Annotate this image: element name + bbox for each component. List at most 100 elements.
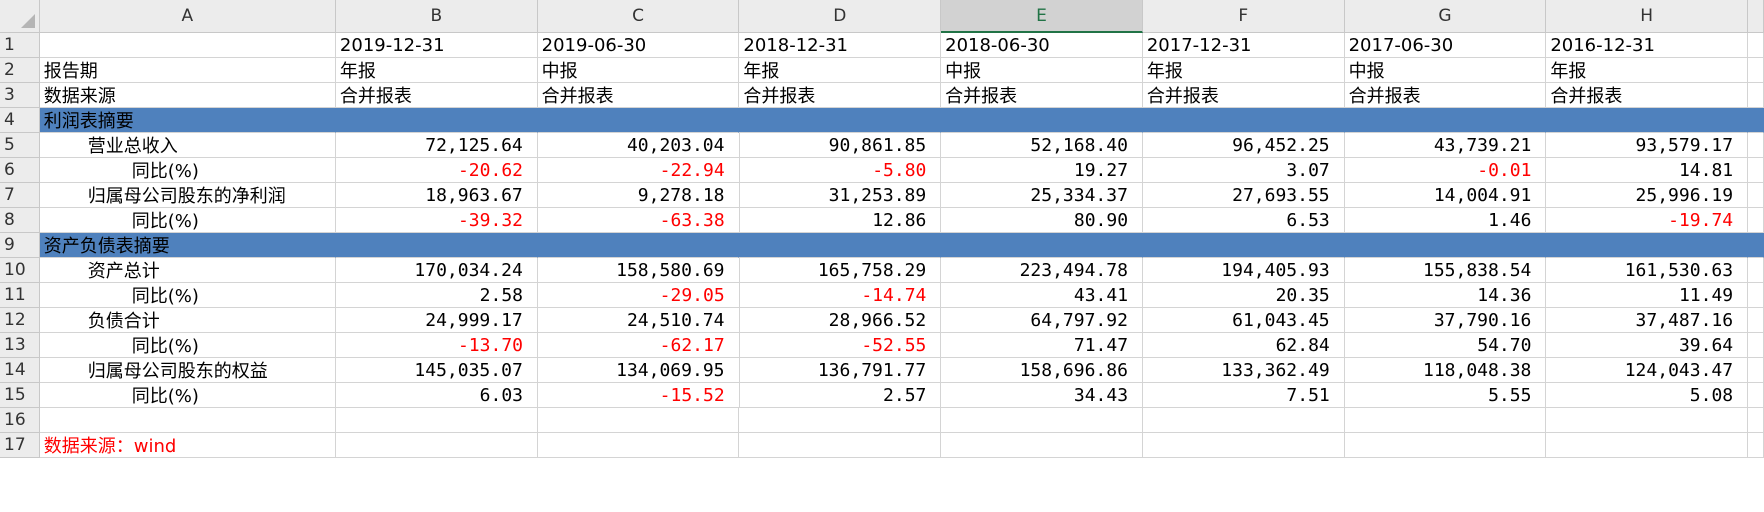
value-cell[interactable]: 31,253.89: [739, 183, 942, 208]
value-cell[interactable]: 145,035.07: [336, 358, 538, 383]
row-number[interactable]: 17: [0, 433, 40, 458]
value-cell[interactable]: 170,034.24: [336, 258, 538, 283]
cell[interactable]: 2017-06-30: [1344, 33, 1547, 58]
cell[interactable]: [941, 233, 1143, 258]
value-cell[interactable]: 12.86: [739, 208, 942, 233]
cell[interactable]: 中报: [537, 58, 740, 83]
value-cell[interactable]: 158,696.86: [941, 358, 1143, 383]
cell[interactable]: [739, 233, 942, 258]
value-cell[interactable]: 96,452.25: [1142, 133, 1345, 158]
cell[interactable]: [1748, 383, 1764, 408]
value-cell[interactable]: 3.07: [1143, 158, 1345, 183]
value-cell[interactable]: 7.51: [1143, 383, 1345, 408]
column-header-f[interactable]: F: [1142, 0, 1345, 33]
value-cell[interactable]: -0.01: [1344, 158, 1547, 183]
value-cell[interactable]: 2.58: [336, 283, 538, 308]
row-number[interactable]: 12: [0, 308, 40, 333]
cell[interactable]: 2016-12-31: [1546, 33, 1749, 58]
cell[interactable]: [1748, 133, 1764, 158]
value-cell[interactable]: 5.55: [1344, 383, 1547, 408]
value-cell[interactable]: 24,510.74: [537, 308, 740, 333]
row-number[interactable]: 7: [0, 183, 40, 208]
value-cell[interactable]: 134,069.95: [537, 358, 740, 383]
value-cell[interactable]: 64,797.92: [941, 308, 1143, 333]
row-label[interactable]: 归属母公司股东的净利润: [39, 183, 337, 208]
row-label[interactable]: 同比(%): [39, 283, 337, 308]
cell[interactable]: 2019-12-31: [335, 33, 538, 58]
row-label[interactable]: 同比(%): [39, 208, 337, 233]
cell[interactable]: 合并报表: [739, 83, 942, 108]
cell[interactable]: 合并报表: [1142, 83, 1345, 108]
cell[interactable]: [1142, 108, 1345, 133]
value-cell[interactable]: -5.80: [739, 158, 942, 183]
cell[interactable]: [1546, 408, 1749, 433]
value-cell[interactable]: 124,043.47: [1546, 358, 1749, 383]
value-cell[interactable]: -39.32: [336, 208, 538, 233]
cell[interactable]: [537, 108, 740, 133]
row-number[interactable]: 6: [0, 158, 40, 183]
row-label[interactable]: 负债合计: [39, 308, 337, 333]
cell[interactable]: 年报: [1546, 58, 1749, 83]
cell[interactable]: [537, 433, 740, 458]
cell[interactable]: [39, 408, 336, 433]
row-label[interactable]: 营业总收入: [39, 133, 337, 158]
value-cell[interactable]: 161,530.63: [1546, 258, 1749, 283]
column-header-overflow[interactable]: [1748, 0, 1764, 33]
row-number[interactable]: 14: [0, 358, 40, 383]
row-number[interactable]: 16: [0, 408, 40, 433]
value-cell[interactable]: -13.70: [336, 333, 538, 358]
cell[interactable]: [1748, 83, 1764, 108]
value-cell[interactable]: 25,334.37: [941, 183, 1143, 208]
value-cell[interactable]: 40,203.04: [537, 133, 740, 158]
cell[interactable]: [1748, 58, 1764, 83]
value-cell[interactable]: 25,996.19: [1546, 183, 1749, 208]
value-cell[interactable]: -29.05: [538, 283, 740, 308]
value-cell[interactable]: 14.36: [1344, 283, 1547, 308]
value-cell[interactable]: 93,579.17: [1546, 133, 1749, 158]
value-cell[interactable]: 14.81: [1546, 158, 1749, 183]
cell[interactable]: [335, 408, 538, 433]
cell[interactable]: [941, 433, 1143, 458]
column-header-a[interactable]: A: [39, 0, 336, 33]
row-label[interactable]: 同比(%): [39, 333, 337, 358]
row-number[interactable]: 11: [0, 283, 40, 308]
cell[interactable]: [335, 108, 538, 133]
cell[interactable]: [1142, 233, 1345, 258]
row-label[interactable]: 同比(%): [39, 158, 337, 183]
cell[interactable]: 年报: [1142, 58, 1345, 83]
cell[interactable]: [941, 108, 1143, 133]
value-cell[interactable]: 155,838.54: [1344, 258, 1547, 283]
cell[interactable]: 数据来源: [39, 83, 336, 108]
row-label[interactable]: 归属母公司股东的权益: [39, 358, 337, 383]
cell[interactable]: [1142, 433, 1345, 458]
value-cell[interactable]: -52.55: [739, 333, 942, 358]
value-cell[interactable]: 2.57: [739, 383, 942, 408]
cell[interactable]: [1344, 433, 1547, 458]
column-header-g[interactable]: G: [1344, 0, 1547, 33]
value-cell[interactable]: 118,048.38: [1344, 358, 1547, 383]
row-number[interactable]: 13: [0, 333, 40, 358]
value-cell[interactable]: 20.35: [1143, 283, 1345, 308]
value-cell[interactable]: 71.47: [941, 333, 1144, 358]
value-cell[interactable]: 14,004.91: [1344, 183, 1547, 208]
value-cell[interactable]: 223,494.78: [941, 258, 1143, 283]
cell[interactable]: 报告期: [39, 58, 336, 83]
cell[interactable]: [1748, 308, 1764, 333]
cell[interactable]: 合并报表: [537, 83, 740, 108]
cell[interactable]: [941, 408, 1143, 433]
value-cell[interactable]: 28,966.52: [739, 308, 942, 333]
value-cell[interactable]: 194,405.93: [1142, 258, 1345, 283]
value-cell[interactable]: 43.41: [941, 283, 1144, 308]
row-number[interactable]: 2: [0, 58, 40, 83]
value-cell[interactable]: 9,278.18: [537, 183, 740, 208]
value-cell[interactable]: 54.70: [1344, 333, 1547, 358]
row-number[interactable]: 4: [0, 108, 40, 133]
value-cell[interactable]: -20.62: [336, 158, 538, 183]
cell[interactable]: [1748, 183, 1764, 208]
section-title[interactable]: 资产负债表摘要: [39, 233, 336, 258]
value-cell[interactable]: 24,999.17: [336, 308, 538, 333]
value-cell[interactable]: 1.46: [1344, 208, 1547, 233]
cell[interactable]: 年报: [335, 58, 538, 83]
value-cell[interactable]: 165,758.29: [739, 258, 942, 283]
value-cell[interactable]: 27,693.55: [1142, 183, 1345, 208]
